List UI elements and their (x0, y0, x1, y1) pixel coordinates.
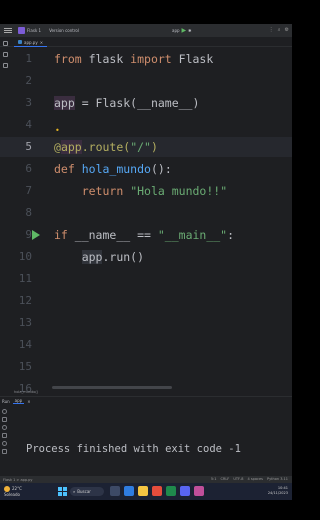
code-line[interactable]: 7 return "Hola mundo!!" (0, 181, 292, 201)
close-icon[interactable]: × (40, 40, 43, 45)
project-selector[interactable]: Flask 1 (18, 27, 41, 34)
console-output: Process finished with exit code -1 (26, 443, 241, 455)
lightbulb-icon[interactable]: • (55, 127, 60, 135)
code-line[interactable]: 12 (0, 291, 292, 311)
clock-time: 10:41 (277, 486, 288, 490)
code-line[interactable]: 15 (0, 357, 292, 377)
line-number: 15 (18, 360, 32, 373)
code-text: @app.route("/") (54, 140, 158, 154)
run-tab[interactable]: app (12, 398, 25, 404)
delete-icon[interactable] (2, 441, 7, 446)
taskbar: 22°C Soleado ⌕ Buscar 10:41 24/11/2023 (0, 483, 292, 500)
code-line[interactable]: 3 app = Flask(__name__) (0, 93, 292, 113)
code-line[interactable]: 10 app.run() (0, 247, 292, 267)
line-number: 8 (25, 206, 32, 219)
chrome-icon[interactable] (152, 486, 162, 496)
run-gutter-icon[interactable] (32, 230, 40, 240)
app-icon[interactable] (180, 486, 190, 496)
project-tool-icon[interactable] (3, 41, 8, 46)
horizontal-scrollbar[interactable] (52, 386, 172, 389)
line-number: 13 (18, 316, 32, 329)
line-number: 5 (25, 140, 32, 153)
file-encoding[interactable]: UTF-8 (233, 477, 243, 481)
debug-icon[interactable]: ✱ (188, 28, 191, 33)
code-line[interactable]: 2 (0, 71, 292, 91)
search-icon[interactable]: ⌕ (278, 27, 281, 33)
line-number: 2 (25, 74, 32, 87)
taskbar-search[interactable]: ⌕ Buscar (70, 487, 104, 496)
edge-icon[interactable] (124, 486, 134, 496)
app-icon[interactable] (194, 486, 204, 496)
caret-position[interactable]: 5:1 (211, 477, 217, 481)
line-number: 6 (25, 162, 32, 175)
interpreter[interactable]: Python 3.11 (267, 477, 288, 481)
project-badge (18, 27, 25, 34)
code-line[interactable]: 4 • (0, 115, 292, 135)
scroll-end-icon[interactable] (2, 425, 7, 430)
pycharm-icon[interactable] (166, 486, 176, 496)
code-line[interactable]: 14 (0, 335, 292, 355)
system-tray[interactable]: 10:41 24/11/2023 (268, 486, 288, 496)
code-line[interactable]: 1 from flask import Flask (0, 49, 292, 69)
line-number: 3 (25, 96, 32, 109)
code-line[interactable]: 9 if __name__ == "__main__": (0, 225, 292, 245)
play-icon[interactable]: ▶ (182, 27, 187, 34)
title-bar: Flask 1 Version control app ▶ ✱ ⋮ ⌕ ⚙ (0, 24, 292, 37)
vcs-widget[interactable]: Version control (49, 28, 79, 33)
stop-icon[interactable] (2, 417, 7, 422)
file-explorer-icon[interactable] (138, 486, 148, 496)
line-number: 9 (25, 228, 32, 241)
code-text: from flask import Flask (54, 52, 214, 66)
code-line[interactable]: 6 def hola_mundo(): (0, 159, 292, 179)
code-text: def hola_mundo(): (54, 162, 172, 176)
rerun-icon[interactable] (2, 409, 7, 414)
line-number: 1 (25, 52, 32, 65)
code-text: app = Flask(__name__) (54, 96, 200, 110)
weather-widget[interactable]: 22°C Soleado (4, 486, 22, 497)
line-number: 14 (18, 338, 32, 351)
line-number: 12 (18, 294, 32, 307)
weather-desc: Soleado (4, 492, 20, 497)
close-icon[interactable]: × (27, 399, 30, 404)
search-label: Buscar (77, 489, 91, 494)
run-panel: Run app × Process finished with exit cod… (0, 396, 292, 476)
status-bar: Flask 1 > app.py 5:1 CRLF UTF-8 4 spaces… (0, 476, 292, 483)
task-view-icon[interactable] (110, 486, 120, 496)
code-editor[interactable]: 1 from flask import Flask 2 3 app = Flask(__… (0, 48, 292, 417)
pin-icon[interactable] (2, 449, 7, 454)
weather-temp: 22°C (12, 486, 22, 491)
status-path[interactable]: Flask 1 > app.py (3, 478, 32, 482)
code-line[interactable]: 8 (0, 203, 292, 223)
line-number: 11 (18, 272, 32, 285)
indent-setting[interactable]: 4 spaces (248, 477, 263, 481)
print-icon[interactable] (2, 433, 7, 438)
code-text: app.run() (81, 250, 145, 264)
main-menu-icon[interactable] (4, 28, 12, 33)
gear-icon[interactable]: ⚙ (285, 27, 289, 33)
line-number: 7 (25, 184, 32, 197)
code-line[interactable]: 5 @app.route("/") (0, 137, 292, 157)
run-config[interactable]: app ▶ ✱ (172, 27, 192, 34)
search-icon: ⌕ (73, 489, 76, 494)
editor-tabs: app.py × (0, 37, 292, 47)
code-text: if __name__ == "__main__": (54, 228, 235, 242)
windows-start-icon[interactable] (58, 487, 67, 496)
python-file-icon (18, 40, 22, 44)
line-separator[interactable]: CRLF (220, 477, 229, 481)
more-icon[interactable]: ⋮ (269, 27, 274, 33)
line-number: 10 (18, 250, 32, 263)
tab-label: app.py (24, 39, 38, 45)
project-name: Flask 1 (27, 28, 42, 33)
code-line[interactable]: 11 (0, 269, 292, 289)
run-config-name: app (172, 28, 180, 33)
code-text: return "Hola mundo!!" (81, 184, 228, 198)
code-line[interactable]: 13 (0, 313, 292, 333)
breadcrumb[interactable]: hola_mundo() (14, 390, 38, 394)
line-number: 4 (25, 118, 32, 131)
run-label: Run (2, 398, 10, 404)
tab-app-py[interactable]: app.py × (14, 38, 48, 47)
clock-date: 24/11/2023 (267, 491, 288, 495)
